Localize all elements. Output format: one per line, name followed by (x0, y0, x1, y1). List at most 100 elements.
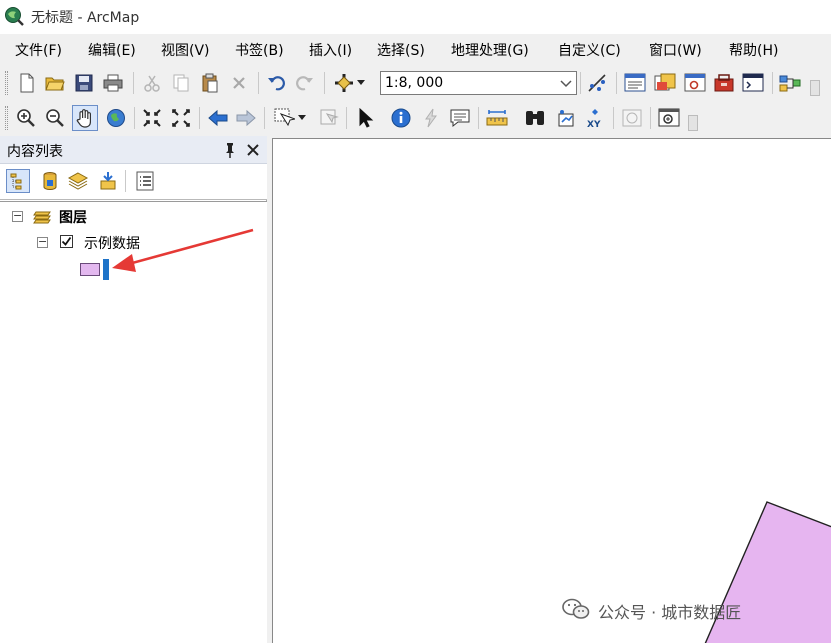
full-extent-globe-icon[interactable] (105, 107, 127, 129)
toolbar-overflow-icon[interactable] (810, 80, 820, 96)
menu-bar: 文件(F) 编辑(E) 视图(V) 书签(B) 插入(I) 选择(S) 地理处理… (0, 34, 831, 64)
new-document-icon[interactable] (16, 72, 38, 94)
menu-geoprocessing[interactable]: 地理处理(G) (451, 40, 529, 60)
layer-visibility-checkbox[interactable] (60, 235, 73, 248)
arctoolbox-icon[interactable] (713, 72, 735, 94)
copy-icon[interactable] (170, 72, 192, 94)
toolbar-separator (580, 72, 581, 94)
time-slider-icon[interactable] (621, 107, 643, 129)
add-data-icon[interactable] (333, 72, 355, 94)
options-list-icon[interactable] (133, 169, 157, 193)
arcmap-app-icon (4, 6, 24, 26)
menu-file[interactable]: 文件(F) (15, 40, 62, 60)
chevron-down-icon[interactable] (355, 72, 367, 94)
catalog-window-icon[interactable] (654, 72, 676, 94)
find-binoculars-icon[interactable] (524, 107, 546, 129)
layer-symbol-swatch[interactable] (80, 263, 100, 276)
chevron-down-icon[interactable] (559, 75, 573, 91)
menu-edit[interactable]: 编辑(E) (88, 40, 136, 60)
select-features-icon[interactable] (273, 107, 295, 129)
map-scale-dropdown[interactable]: 1:8, 000 (380, 71, 577, 95)
toolbar-separator (772, 72, 773, 94)
menu-insert[interactable]: 插入(I) (309, 40, 352, 60)
toolbar-overflow-icon[interactable] (688, 115, 698, 131)
toolbar-separator (258, 72, 259, 94)
layer-name-label[interactable]: 示例数据 (84, 233, 140, 253)
svg-text:XY: XY (587, 120, 601, 129)
pin-icon[interactable] (222, 141, 238, 159)
close-icon[interactable] (245, 141, 261, 159)
toolbar-grip[interactable] (5, 71, 8, 95)
toolbar-separator (264, 107, 265, 129)
window-title: 无标题 - ArcMap (31, 10, 140, 26)
list-by-drawing-order-icon[interactable] (6, 169, 30, 193)
watermark-text: 公众号 · 城市数据匠 (598, 603, 742, 622)
python-window-icon[interactable] (742, 72, 764, 94)
menu-selection[interactable]: 选择(S) (377, 40, 425, 60)
toolbar-separator (478, 107, 479, 129)
map-display[interactable] (272, 138, 831, 643)
map-canvas (704, 501, 831, 643)
go-forward-arrow-icon[interactable] (235, 107, 257, 129)
table-of-contents-window-icon[interactable] (624, 72, 646, 94)
toolbar-separator (134, 107, 135, 129)
menu-windows[interactable]: 窗口(W) (649, 40, 702, 60)
collapse-toggle[interactable]: − (37, 236, 48, 248)
measure-ruler-icon[interactable] (486, 107, 508, 129)
title-bar: 无标题 - ArcMap (0, 0, 831, 34)
menu-customize[interactable]: 自定义(C) (558, 40, 621, 60)
paste-icon[interactable] (199, 72, 221, 94)
toolbar-separator (616, 72, 617, 94)
toolbar-separator (324, 72, 325, 94)
fixed-zoom-in-icon[interactable] (141, 107, 163, 129)
redo-icon[interactable] (294, 72, 316, 94)
toolbar-separator (346, 107, 347, 129)
toolbar-separator (133, 72, 134, 94)
find-route-icon[interactable] (555, 107, 577, 129)
highlight-bar (103, 259, 109, 280)
save-icon[interactable] (73, 72, 95, 94)
map-scale-value: 1:8, 000 (385, 75, 444, 91)
delete-icon[interactable] (228, 72, 250, 94)
toc-view-toolbar (0, 164, 267, 200)
cut-icon[interactable] (141, 72, 163, 94)
wechat-icon (562, 598, 590, 624)
tools-toolbar: XY (0, 101, 831, 135)
go-to-xy-icon[interactable]: XY (584, 107, 606, 129)
select-elements-pointer-icon[interactable] (355, 107, 377, 129)
hyperlink-lightning-icon[interactable] (420, 107, 442, 129)
menu-help[interactable]: 帮助(H) (729, 40, 778, 60)
go-back-arrow-icon[interactable] (207, 107, 229, 129)
menu-view[interactable]: 视图(V) (161, 40, 210, 60)
fixed-zoom-out-icon[interactable] (170, 107, 192, 129)
layers-stack-icon (32, 208, 54, 230)
modelbuilder-icon[interactable] (779, 72, 801, 94)
print-icon[interactable] (102, 72, 124, 94)
watermark: 公众号 · 城市数据匠 (562, 598, 741, 624)
open-folder-icon[interactable] (44, 72, 66, 94)
zoom-out-icon[interactable] (44, 107, 66, 129)
arcmap-window: 无标题 - ArcMap 文件(F) 编辑(E) 视图(V) 书签(B) 插入(… (0, 0, 831, 643)
toolbar-separator (125, 170, 126, 192)
menu-bookmarks[interactable]: 书签(B) (235, 40, 284, 60)
list-by-visibility-icon[interactable] (66, 169, 90, 193)
editor-toolbar-icon[interactable] (587, 72, 609, 94)
zoom-in-icon[interactable] (15, 107, 37, 129)
undo-icon[interactable] (265, 72, 287, 94)
search-window-icon[interactable] (684, 72, 706, 94)
list-by-selection-icon[interactable] (96, 169, 120, 193)
toc-header: 内容列表 (0, 136, 267, 164)
identify-info-icon[interactable] (390, 107, 412, 129)
layers-root-label[interactable]: 图层 (59, 207, 87, 227)
chevron-down-icon[interactable] (296, 107, 308, 129)
list-by-source-icon[interactable] (38, 169, 62, 193)
clear-selection-icon[interactable] (318, 107, 340, 129)
collapse-toggle[interactable]: − (12, 210, 23, 222)
table-of-contents-panel: 内容列表 − 图层 − 示例数据 (0, 136, 267, 643)
toc-tree: − 图层 − 示例数据 (0, 201, 267, 643)
toolbar-grip[interactable] (5, 106, 8, 130)
html-popup-icon[interactable] (449, 107, 471, 129)
create-viewer-window-icon[interactable] (658, 107, 680, 129)
pan-hand-icon[interactable] (72, 105, 98, 131)
toolbar-separator (199, 107, 200, 129)
